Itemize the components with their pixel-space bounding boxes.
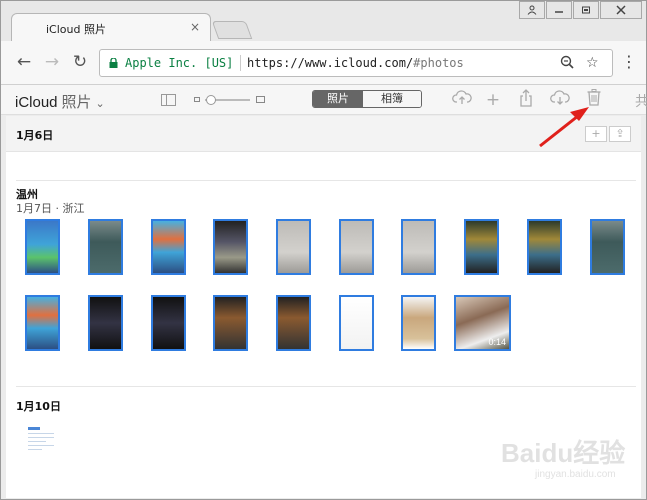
section-share-icon[interactable]: ⇪	[609, 126, 631, 142]
browser-menu-icon[interactable]: ⋮	[621, 53, 637, 71]
section-divider	[16, 180, 636, 181]
section-date: 1月6日	[16, 129, 54, 142]
tab-albums[interactable]: 相簿	[363, 91, 421, 107]
small-thumbnail-icon	[194, 97, 200, 102]
tab-icloud-photos[interactable]: iCloud 照片 ×	[11, 13, 211, 41]
secure-site-label: Apple Inc. [US]	[125, 56, 234, 70]
photo-thumbnail[interactable]	[276, 219, 311, 275]
download-cloud-icon[interactable]	[549, 89, 571, 111]
add-icon[interactable]: +	[482, 89, 504, 111]
section-divider	[16, 386, 636, 387]
address-bar[interactable]: Apple Inc. [US] https://www.icloud.com/#…	[99, 49, 613, 77]
browser-toolbar: ← → ↻ Apple Inc. [US] https://www.icloud…	[1, 41, 646, 85]
photo-thumbnail[interactable]	[401, 219, 436, 275]
apple-logo-icon	[24, 20, 38, 34]
slider-knob[interactable]	[206, 95, 216, 105]
photo-thumbnail[interactable]	[527, 219, 562, 275]
share-icon[interactable]	[515, 89, 537, 111]
chevron-down-icon: ⌄	[95, 98, 105, 110]
url-text[interactable]: https://www.icloud.com/#photos	[247, 56, 464, 70]
photo-thumbnail[interactable]	[151, 219, 186, 275]
section-region: 浙江	[62, 202, 85, 215]
photo-thumbnail[interactable]	[151, 295, 186, 351]
app-title[interactable]: iCloud 照片 ⌄	[15, 91, 105, 112]
section-date-location: 1月7日 · 浙江	[16, 200, 85, 216]
photo-thumbnail[interactable]	[88, 295, 123, 351]
back-arrow-icon[interactable]: ←	[15, 53, 33, 71]
tab-strip: iCloud 照片 ×	[1, 1, 646, 41]
restore-icon[interactable]	[573, 1, 599, 19]
thumbnail-size-slider[interactable]	[194, 93, 266, 107]
photo-thumbnail[interactable]	[213, 295, 248, 351]
photo-thumbnail[interactable]	[339, 219, 374, 275]
browser-window: iCloud 照片 × ← → ↻ Apple Inc. [US] https:…	[0, 0, 647, 500]
url-host: https://www.icloud.com/	[247, 56, 414, 70]
omnibox-divider	[240, 55, 241, 71]
watermark-url: jingyan.baidu.com	[535, 469, 616, 480]
section-add-icon[interactable]: +	[585, 126, 607, 142]
user-icon[interactable]	[519, 1, 545, 19]
photo-thumbnail[interactable]	[88, 219, 123, 275]
sidebar-toggle-icon[interactable]	[161, 94, 176, 106]
reload-icon[interactable]: ↻	[71, 53, 89, 71]
new-tab-button[interactable]	[211, 21, 253, 39]
tab-photos[interactable]: 照片	[313, 91, 363, 107]
tab-title: iCloud 照片	[46, 23, 106, 36]
app-name: 照片	[61, 94, 92, 111]
photo-thumbnail[interactable]	[401, 295, 436, 351]
bookmark-star-icon[interactable]: ☆	[586, 55, 599, 71]
section-date: 1月7日	[16, 202, 52, 215]
trash-icon[interactable]	[583, 89, 605, 111]
section-actions: + ⇪	[583, 126, 631, 142]
forward-arrow-icon[interactable]: →	[43, 53, 61, 71]
baidu-watermark: Baidu经验 jingyan.baidu.com	[501, 433, 641, 493]
photo-thumbnail[interactable]	[26, 424, 56, 460]
view-switcher: 照片 相簿	[312, 90, 422, 108]
video-thumbnail[interactable]: 0:14	[454, 295, 511, 351]
section-date: 1月10日	[16, 400, 61, 413]
watermark-logo: Baidu经验	[501, 438, 626, 468]
zoom-icon[interactable]	[560, 55, 574, 73]
photo-thumbnail[interactable]	[25, 295, 60, 351]
more-label[interactable]: 共	[635, 91, 647, 111]
photo-thumbnail[interactable]	[25, 219, 60, 275]
photo-thumbnail[interactable]	[276, 295, 311, 351]
url-path: #photos	[413, 56, 464, 70]
photos-header: iCloud 照片 ⌄ 照片 相簿 + 共	[1, 85, 647, 115]
photo-thumbnail[interactable]	[590, 219, 625, 275]
photo-thumbnail[interactable]	[464, 219, 499, 275]
lock-icon	[109, 58, 118, 68]
location-dot: ·	[55, 202, 60, 215]
window-controls	[518, 1, 642, 21]
icloud-brand: iCloud	[15, 94, 58, 111]
photo-thumbnail[interactable]	[339, 295, 374, 351]
section-jan6: 1月6日 + ⇪	[6, 116, 641, 152]
upload-cloud-icon[interactable]	[451, 89, 473, 111]
photo-thumbnail[interactable]	[213, 219, 248, 275]
tab-close-icon[interactable]: ×	[190, 20, 200, 34]
large-thumbnail-icon	[256, 96, 265, 103]
close-icon[interactable]	[600, 1, 642, 19]
minimize-icon[interactable]	[546, 1, 572, 19]
video-duration: 0:14	[488, 337, 506, 347]
